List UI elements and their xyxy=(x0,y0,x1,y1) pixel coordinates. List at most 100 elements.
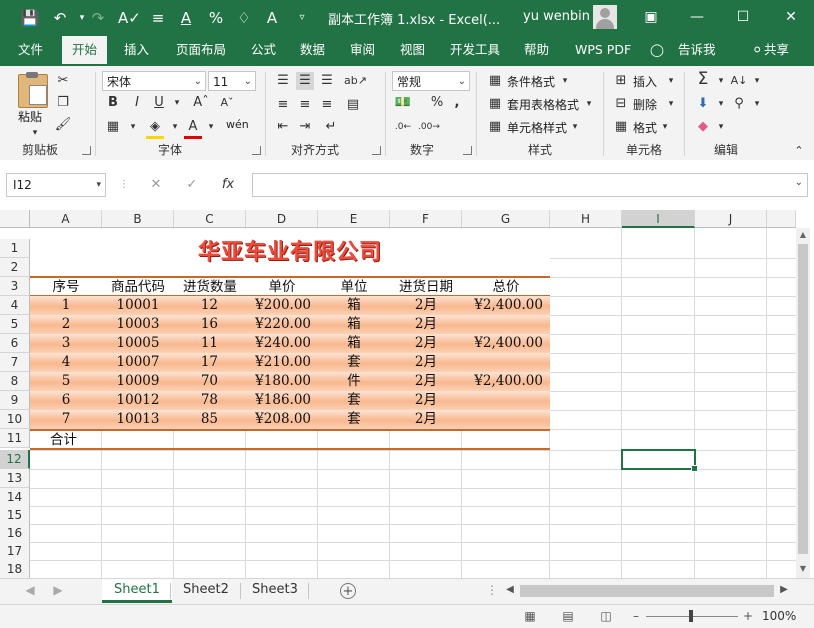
cell-unit[interactable]: 套 xyxy=(318,410,390,429)
cell-style-dropdown-icon[interactable]: ▾ xyxy=(566,118,584,136)
cell-style-icon[interactable]: ▦ xyxy=(486,118,504,136)
row-header-2[interactable]: 2 xyxy=(0,258,30,277)
col-header-f[interactable]: F xyxy=(390,210,462,228)
cell-code[interactable]: 10001 xyxy=(102,296,174,315)
copy-icon[interactable]: ❐ xyxy=(54,94,72,112)
ribbon-display-icon[interactable]: ▣ xyxy=(636,6,666,28)
scroll-right-icon[interactable]: ▶ xyxy=(776,582,792,598)
save-icon[interactable]: 💾 xyxy=(20,8,40,28)
scroll-left-icon[interactable]: ◀ xyxy=(502,582,518,598)
cell-code[interactable]: 10009 xyxy=(102,372,174,391)
maximize-icon[interactable]: ☐ xyxy=(728,6,758,28)
cell-unit[interactable]: 箱 xyxy=(318,315,390,334)
row-header-3[interactable]: 3 xyxy=(0,277,30,296)
cell-code[interactable]: 10003 xyxy=(102,315,174,334)
increase-font-icon[interactable]: Aˆ xyxy=(192,94,210,112)
scroll-down-icon[interactable]: ▼ xyxy=(798,564,808,574)
cell-seq[interactable]: 6 xyxy=(30,391,102,410)
tab-page-layout[interactable]: 页面布局 xyxy=(166,36,236,66)
table-format-button[interactable]: 套用表格格式 xyxy=(507,96,579,113)
format-dropdown-icon[interactable]: ▾ xyxy=(656,118,674,136)
cell-qty[interactable]: 12 xyxy=(174,296,218,315)
row-header-17[interactable]: 17 xyxy=(0,542,30,561)
cell-code[interactable]: 10005 xyxy=(102,334,174,353)
more-options-icon[interactable]: ⋮ xyxy=(114,175,134,195)
insert-function-icon[interactable]: fx xyxy=(218,175,238,195)
merge-center-icon[interactable]: ▤ xyxy=(344,96,362,114)
font-color-icon[interactable]: A xyxy=(176,8,196,28)
row-header-13[interactable]: 13 xyxy=(0,469,30,488)
number-format-select[interactable]: 常规 ⌄ xyxy=(392,71,470,91)
user-name[interactable]: yu wenbin xyxy=(523,9,590,24)
select-all-button[interactable] xyxy=(0,210,30,228)
normal-view-icon[interactable]: ▦ xyxy=(522,608,538,624)
cell-price[interactable]: ¥210.00 xyxy=(246,353,311,372)
sort-filter-icon[interactable]: A↓ xyxy=(730,72,748,90)
row-header-7[interactable]: 7 xyxy=(0,353,30,372)
sheet-tab-sheet2[interactable]: Sheet2 xyxy=(171,579,241,603)
insert-cells-button[interactable]: 插入 xyxy=(633,73,657,90)
tab-home[interactable]: 开始 xyxy=(62,36,108,66)
tag-icon[interactable]: ♢ xyxy=(234,8,254,28)
name-box[interactable]: I12 ▾ xyxy=(6,173,106,197)
cell-unit[interactable]: 套 xyxy=(318,391,390,410)
sheet-tab-sheet3[interactable]: Sheet3 xyxy=(240,579,310,603)
cell-qty[interactable]: 11 xyxy=(174,334,218,353)
col-header-i[interactable]: I xyxy=(622,210,695,228)
cell-date[interactable]: 2月 xyxy=(390,372,437,391)
row-header-14[interactable]: 14 xyxy=(0,488,30,507)
cell-seq[interactable]: 4 xyxy=(30,353,102,372)
cell-price[interactable]: ¥186.00 xyxy=(246,391,311,410)
scroll-up-icon[interactable]: ▲ xyxy=(798,230,808,240)
horizontal-scroll-thumb[interactable] xyxy=(520,585,774,597)
cell-code[interactable]: 10007 xyxy=(102,353,174,372)
vertical-scrollbar[interactable]: ▲ ▼ xyxy=(796,228,810,578)
align-left-icon[interactable]: ≡ xyxy=(274,96,292,114)
scroll-thumb[interactable] xyxy=(798,244,808,554)
fill-color-icon[interactable]: ◈ xyxy=(146,118,164,139)
conditional-format-button[interactable]: 条件格式 xyxy=(507,73,555,90)
font-color-dropdown-icon[interactable]: ▾ xyxy=(202,118,220,136)
autosum-dropdown-icon[interactable]: ▾ xyxy=(712,72,730,90)
cell-total[interactable]: ¥2,400.00 xyxy=(462,296,543,315)
paste-icon[interactable] xyxy=(18,72,48,108)
cell-seq[interactable]: 7 xyxy=(30,410,102,429)
tab-formulas[interactable]: 公式 xyxy=(241,36,286,66)
clear-dropdown-icon[interactable]: ▾ xyxy=(712,118,730,136)
row-header-5[interactable]: 5 xyxy=(0,315,30,334)
prev-sheet-icon[interactable]: ◀ xyxy=(22,582,38,598)
tab-review[interactable]: 审阅 xyxy=(340,36,385,66)
cell-total[interactable] xyxy=(462,410,543,429)
collapse-ribbon-icon[interactable]: ⌃ xyxy=(790,142,808,160)
autosum-icon[interactable]: Σ xyxy=(694,70,712,88)
company-title[interactable]: 华亚车业有限公司 xyxy=(30,238,550,266)
delete-cells-button[interactable]: 删除 xyxy=(633,96,657,113)
cell-unit[interactable]: 箱 xyxy=(318,296,390,315)
find-icon[interactable]: ⚲ xyxy=(730,95,748,113)
col-header-g[interactable]: G xyxy=(462,210,550,228)
cell-price[interactable]: ¥220.00 xyxy=(246,315,311,334)
align-bottom-icon[interactable]: ☰ xyxy=(318,72,336,90)
col-header-c[interactable]: C xyxy=(174,210,246,228)
conditional-format-dropdown-icon[interactable]: ▾ xyxy=(556,72,574,90)
cell-seq[interactable]: 2 xyxy=(30,315,102,334)
row-header-8[interactable]: 8 xyxy=(0,372,30,391)
row-header-1[interactable]: 1 xyxy=(0,239,30,258)
sort-dropdown-icon[interactable]: ▾ xyxy=(748,72,766,90)
cell-price[interactable]: ¥180.00 xyxy=(246,372,311,391)
cell-qty[interactable]: 16 xyxy=(174,315,218,334)
cell-total[interactable] xyxy=(462,391,543,410)
page-break-icon[interactable]: ◫ xyxy=(598,608,614,624)
col-header-b[interactable]: B xyxy=(102,210,174,228)
align-top-icon[interactable]: ☰ xyxy=(274,72,292,90)
cell-total[interactable] xyxy=(462,315,543,334)
minimize-icon[interactable]: — xyxy=(682,6,712,28)
row-header-11[interactable]: 11 xyxy=(0,429,30,448)
tab-file[interactable]: 文件 xyxy=(8,36,53,66)
undo-icon[interactable]: ↶ xyxy=(50,8,70,28)
decrease-decimal-icon[interactable]: .00→ xyxy=(418,118,440,136)
selected-cell-i12[interactable] xyxy=(621,449,698,472)
more-icon[interactable]: ▿ xyxy=(292,8,312,28)
zoom-slider-thumb[interactable] xyxy=(689,610,693,622)
next-sheet-icon[interactable]: ▶ xyxy=(50,582,66,598)
